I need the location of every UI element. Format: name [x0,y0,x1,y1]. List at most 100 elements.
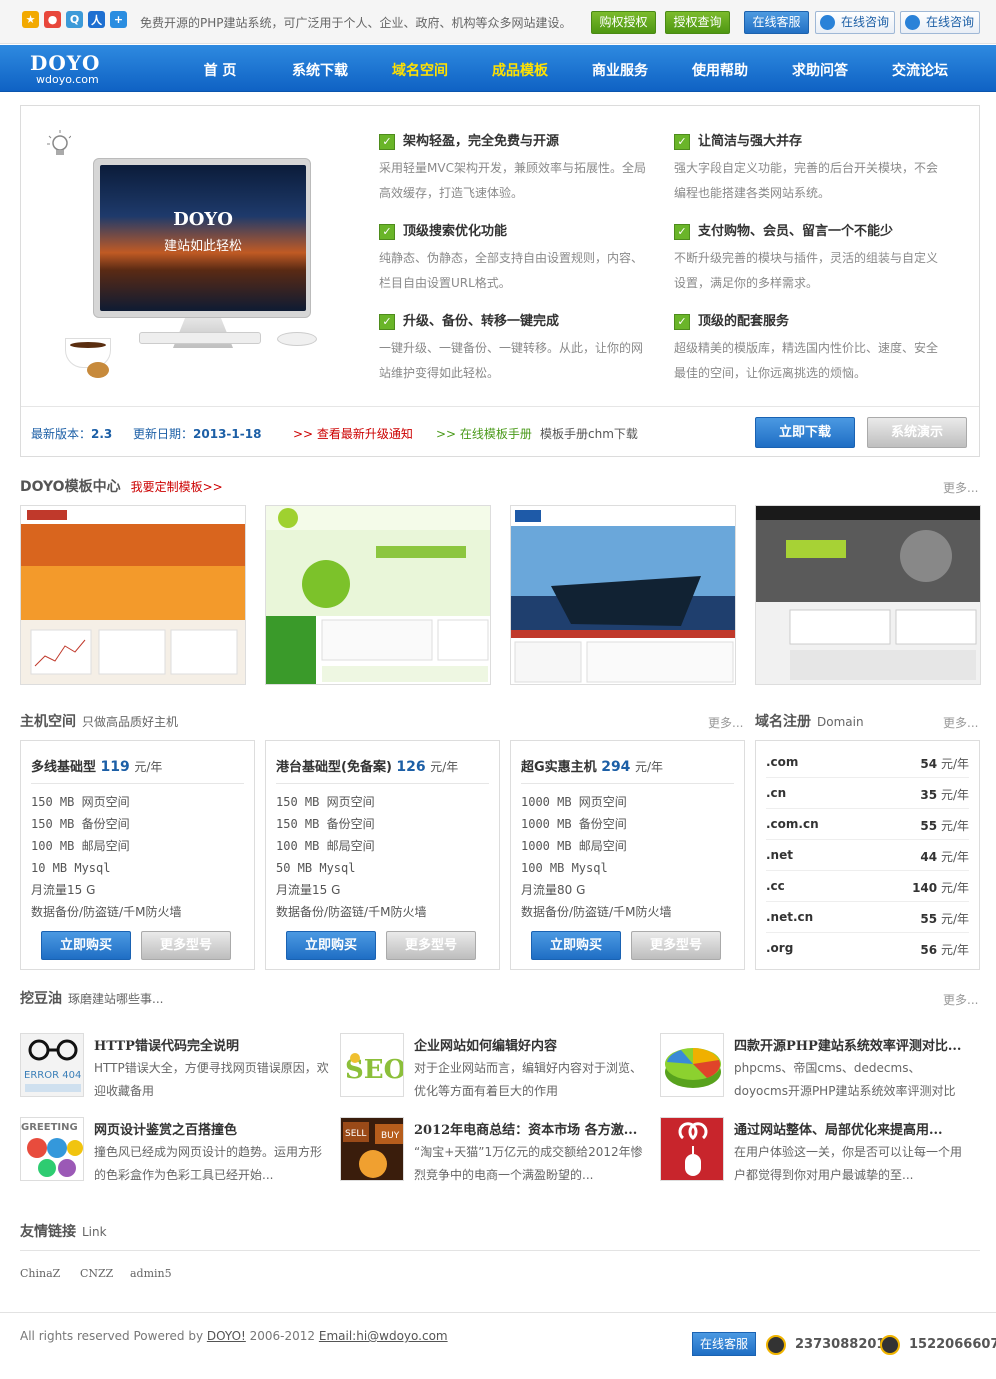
lightbulb-icon [47,130,71,155]
share-icons: ★ ● Q 人 + [22,11,127,28]
template-thumb[interactable] [20,505,246,685]
nav-help[interactable]: 使用帮助 [670,60,770,80]
footer-online-service-button[interactable]: 在线客服 [692,1332,756,1356]
domain-unit: 元/年 [940,819,969,833]
license-query-button[interactable]: 授权查询 [665,11,730,34]
plan-spec: 150 MB 备份空间 [31,817,130,831]
plan-unit: 元/年 [134,760,163,774]
add-share-icon[interactable]: + [110,11,127,28]
manual-download-link[interactable]: 模板手册chm下载 [540,425,638,442]
article-item[interactable]: 通过网站整体、局部优化来提高用... 在用户体验这一关，你是否可以让每一个用户都… [660,1117,970,1187]
feature-item: ✓ 支付购物、会员、留言一个不能少 不断升级完善的模块与插件，灵活的组装与自定义设… [674,223,944,296]
template-thumb[interactable] [265,505,491,685]
version-value: 2.3 [91,427,113,441]
domain-row[interactable]: .com.cn 55 元/年 [766,809,969,840]
custom-template-link[interactable]: 我要定制模板>> [131,480,223,494]
domain-row[interactable]: .cn 35 元/年 [766,778,969,809]
upgrade-notice-link[interactable]: >> 查看最新升级通知 [293,425,413,442]
article-title: 四款开源PHP建站系统效率评测对比... [734,1039,962,1054]
domain-more-link[interactable]: 更多... [943,714,978,731]
buy-now-button[interactable]: 立即购买 [531,931,621,960]
plan-spec: 150 MB 网页空间 [31,795,130,809]
nav-home[interactable]: 首 页 [170,60,270,80]
feature-title: 让简洁与强大并存 [698,134,803,149]
articles-more-link[interactable]: 更多... [943,991,978,1008]
article-thumb: GREETING [20,1117,84,1181]
template-manual-link[interactable]: >> 在线模板手册 [436,425,532,442]
domain-price-value: 35 [920,788,938,802]
buy-now-button[interactable]: 立即购买 [286,931,376,960]
more-models-button[interactable]: 更多型号 [141,931,231,960]
template-thumb[interactable] [510,505,736,685]
hero-info-bar: 最新版本：2.3 更新日期：2013-1-18 >> 查看最新升级通知 >> 在… [21,406,979,456]
plan-spec: 数据备份/防盗链/千M防火墙 [521,905,672,919]
site-logo[interactable]: DOYO wdoyo.com [30,53,100,87]
system-demo-button[interactable]: 系统演示 [867,417,967,448]
feature-title: 支付购物、会员、留言一个不能少 [698,224,894,239]
hosting-plan-card: 多线基础型 119 元/年 150 MB 网页空间 150 MB 备份空间 10… [20,740,255,970]
plan-spec: 150 MB 网页空间 [276,795,375,809]
download-now-button[interactable]: 立即下载 [755,417,855,448]
domain-row[interactable]: .org 56 元/年 [766,933,969,964]
domain-row[interactable]: .net 44 元/年 [766,840,969,871]
feature-title: 升级、备份、转移一键完成 [403,314,560,329]
domain-price-value: 140 [912,881,938,895]
friend-link[interactable]: CNZZ [80,1267,113,1280]
templates-more-link[interactable]: 更多... [943,479,978,496]
monitor-screen: DOYO 建站如此轻松 [100,165,306,311]
email-link[interactable]: Email:hi@wdoyo.com [319,1329,448,1343]
favorite-star-icon[interactable]: ★ [22,11,39,28]
nav-qa[interactable]: 求助问答 [770,60,870,80]
copyright-prefix: All rights reserved Powered by [20,1329,207,1343]
qq-number-1[interactable]: 2373088201 [795,1337,885,1352]
qzone-icon[interactable]: Q [66,11,83,28]
nav-business[interactable]: 商业服务 [570,60,670,80]
domain-price-value: 55 [920,912,938,926]
plan-spec: 月流量15 G [276,883,341,897]
online-consult-button-2[interactable]: 在线咨询 [900,11,980,34]
domain-row[interactable]: .net.cn 55 元/年 [766,902,969,933]
plan-title: 超G实惠主机 294 元/年 [521,756,663,775]
friend-link[interactable]: ChinaZ [20,1267,60,1280]
article-item[interactable]: SELL BUY 2012年电商总结：资本市场 各方激... “淘宝+天猫”1万亿… [340,1117,650,1187]
domain-price-value: 55 [920,819,938,833]
nav-domain-hosting[interactable]: 域名空间 [370,60,470,80]
article-item[interactable]: 四款开源PHP建站系统效率评测对比... phpcms、帝国cms、dedecm… [660,1033,970,1103]
checkmark-icon: ✓ [674,134,690,150]
domain-unit: 元/年 [940,850,969,864]
qq-number-2[interactable]: 1522066607 [909,1337,996,1352]
more-models-button[interactable]: 更多型号 [386,931,476,960]
nav-forum[interactable]: 交流论坛 [870,60,970,80]
plan-spec: 50 MB Mysql [276,861,356,875]
more-models-button[interactable]: 更多型号 [631,931,721,960]
version-label: 最新版本： [31,427,92,441]
article-desc: “淘宝+天猫”1万亿元的成交额给2012年惨烈竞争中的电商一个满盈盼望的... [414,1145,643,1182]
online-service-button[interactable]: 在线客服 [744,11,809,34]
buy-now-button[interactable]: 立即购买 [41,931,131,960]
template-thumb[interactable] [755,505,981,685]
friend-link[interactable]: admin5 [130,1267,172,1280]
people-icon[interactable]: 人 [88,11,105,28]
buy-license-button[interactable]: 购权授权 [591,11,656,34]
article-desc: phpcms、帝国cms、dedecms、doyocms开源PHP建站系统效率评… [734,1061,956,1098]
domain-price: 54 元/年 [920,755,969,772]
renren-icon[interactable]: ● [44,11,61,28]
domain-row[interactable]: .com 54 元/年 [766,747,969,778]
domain-row[interactable]: .cc 140 元/年 [766,871,969,902]
article-item[interactable]: SEO 企业网站如何编辑好内容 对于企业网站而言，编辑好内容对于浏览、优化等方面… [340,1033,650,1103]
article-item[interactable]: GREETING 网页设计鉴赏之百搭撞色 撞色风已经成为网页设计的趋势。运用方形… [20,1117,330,1187]
checkmark-icon: ✓ [674,314,690,330]
online-consult-button-1[interactable]: 在线咨询 [815,11,895,34]
date-label: 更新日期： [133,427,194,441]
nav-templates[interactable]: 成品模板 [470,60,570,80]
template-preview-4 [756,506,980,684]
main-nav: DOYO wdoyo.com 首 页 系统下载 域名空间 成品模板 商业服务 使… [0,45,996,92]
logo-domain: wdoyo.com [36,73,99,86]
domain-tld: .net.cn [766,910,814,924]
article-item[interactable]: ERROR 404 HTTP错误代码完全说明 HTTP错误大全，方便寻找网页错误… [20,1033,330,1103]
hosting-plan-card: 超G实惠主机 294 元/年 1000 MB 网页空间 1000 MB 备份空间… [510,740,745,970]
nav-download[interactable]: 系统下载 [270,60,370,80]
copyright: All rights reserved Powered by DOYO! 200… [20,1329,448,1343]
brand-link[interactable]: DOYO! [207,1329,246,1343]
hosting-more-link[interactable]: 更多... [708,714,743,731]
